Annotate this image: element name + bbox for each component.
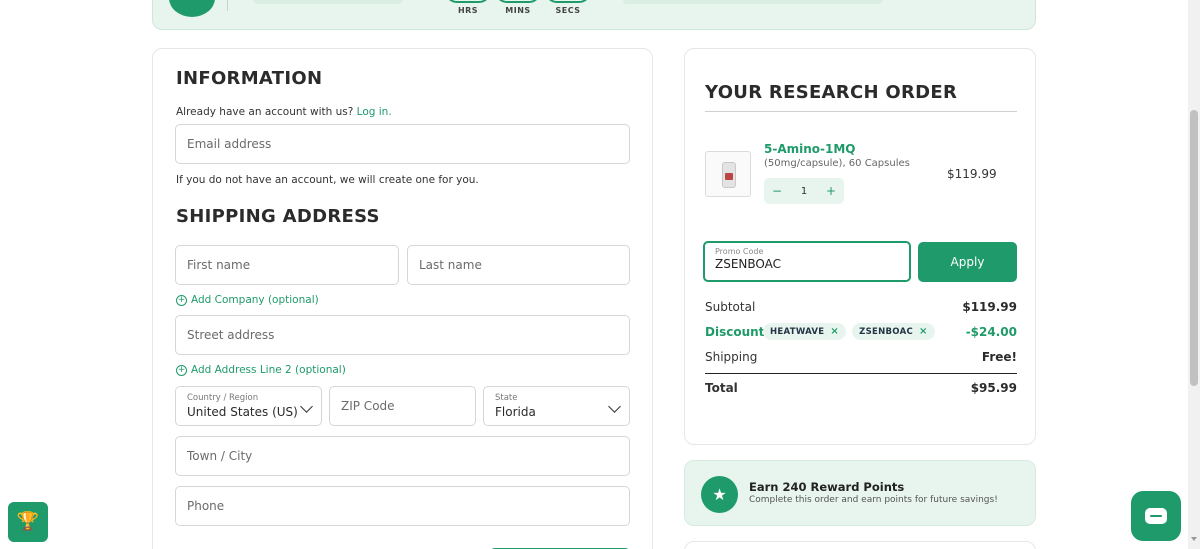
countdown-hours: HRS — [445, 0, 491, 15]
login-link[interactable]: Log in. — [357, 106, 392, 118]
truck-icon — [169, 0, 215, 17]
star-icon: ★ — [701, 476, 738, 513]
remove-icon[interactable]: × — [919, 326, 928, 337]
total-value: $95.99 — [970, 381, 1017, 395]
account-note: If you do not have an account, we will c… — [176, 174, 479, 186]
add-company-link[interactable]: + Add Company (optional) — [176, 294, 319, 306]
email-field[interactable]: Email address — [175, 124, 630, 164]
order-heading: YOUR RESEARCH ORDER — [705, 82, 958, 103]
apply-promo-button[interactable]: Apply — [918, 242, 1017, 282]
discount-label: Discount — [705, 325, 765, 339]
product-description: (50mg/capsule), 60 Capsules — [764, 158, 910, 169]
product-price: $119.99 — [947, 167, 997, 181]
town-city-field[interactable]: Town / City — [175, 436, 630, 476]
countdown-banner: HRS MINS SECS — [152, 0, 1036, 30]
total-row: Total $95.99 — [705, 381, 1017, 395]
countdown-seconds: SECS — [545, 0, 591, 15]
state-select[interactable]: State Florida — [483, 386, 630, 426]
plus-circle-icon: + — [176, 294, 187, 306]
countdown-minutes-label: MINS — [505, 6, 531, 15]
reward-title: Earn 240 Reward Points — [749, 480, 905, 494]
country-select[interactable]: Country / Region United States (US) — [175, 386, 322, 426]
state-value: Florida — [495, 405, 536, 419]
reward-points-banner: ★ Earn 240 Reward Points Complete this o… — [684, 460, 1036, 526]
plus-circle-icon: + — [176, 364, 187, 376]
street-address-field[interactable]: Street address — [175, 315, 630, 355]
promo-code-label: Promo Code — [715, 247, 764, 256]
first-name-field[interactable]: First name — [175, 245, 399, 285]
quantity-decrease-button[interactable]: − — [772, 184, 782, 198]
chat-button[interactable] — [1131, 491, 1181, 541]
quantity-value[interactable]: 1 — [801, 186, 807, 197]
order-heading-rule — [705, 111, 1017, 112]
total-divider — [705, 373, 1017, 374]
order-summary-card: YOUR RESEARCH ORDER 5-Amino-1MQ (50mg/ca… — [684, 48, 1036, 445]
subtotal-value: $119.99 — [962, 300, 1017, 314]
shipping-label: Shipping — [705, 350, 758, 364]
banner-text-left — [253, 0, 403, 4]
trophy-icon[interactable]: 🏆 — [8, 502, 48, 542]
chevron-down-icon — [608, 400, 621, 413]
scrollbar-thumb[interactable] — [1190, 110, 1198, 386]
promo-code-value: ZSENBOAC — [715, 257, 782, 271]
product-thumbnail[interactable] — [705, 151, 751, 197]
subtotal-row: Subtotal $119.99 — [705, 300, 1017, 314]
discount-tag: HEATWAVE × — [763, 323, 847, 340]
discount-tags: HEATWAVE × ZSENBOAC × — [763, 323, 935, 340]
remove-icon[interactable]: × — [830, 326, 839, 337]
next-card — [684, 541, 1036, 549]
state-label: State — [495, 393, 518, 403]
last-name-field[interactable]: Last name — [407, 245, 630, 285]
banner-divider — [227, 0, 228, 11]
subtotal-label: Subtotal — [705, 300, 756, 314]
phone-field[interactable]: Phone — [175, 486, 630, 526]
checkout-form-card: INFORMATION Already have an account with… — [152, 48, 653, 549]
reward-subtitle: Complete this order and earn points for … — [749, 495, 998, 505]
discount-tag: ZSENBOAC × — [852, 323, 935, 340]
quantity-increase-button[interactable]: + — [826, 184, 836, 198]
banner-text-right — [623, 0, 883, 4]
countdown-hours-label: HRS — [457, 6, 479, 15]
countdown-seconds-label: SECS — [555, 6, 581, 15]
total-label: Total — [705, 381, 738, 395]
shipping-row: Shipping Free! — [705, 350, 1017, 364]
country-label: Country / Region — [187, 393, 259, 403]
chevron-down-icon — [300, 400, 313, 413]
scroll-down-icon[interactable] — [1191, 537, 1197, 541]
information-heading: INFORMATION — [176, 68, 323, 89]
bottle-image — [722, 162, 736, 188]
account-prompt: Already have an account with us? Log in. — [176, 106, 392, 118]
country-value: United States (US) — [187, 405, 298, 419]
discount-value: -$24.00 — [965, 325, 1017, 339]
shipping-value: Free! — [981, 350, 1017, 364]
product-name[interactable]: 5-Amino-1MQ — [764, 142, 856, 156]
discount-row: Discount HEATWAVE × ZSENBOAC × -$24.00 — [705, 323, 1017, 340]
shipping-heading: SHIPPING ADDRESS — [176, 206, 380, 227]
page-scrollbar[interactable] — [1188, 0, 1200, 549]
zip-code-field[interactable]: ZIP Code — [329, 386, 476, 426]
countdown-minutes: MINS — [495, 0, 541, 15]
promo-code-input[interactable]: Promo Code ZSENBOAC — [703, 241, 911, 282]
chat-icon — [1145, 508, 1167, 524]
quantity-stepper: − 1 + — [764, 178, 844, 204]
add-address-line2-link[interactable]: + Add Address Line 2 (optional) — [176, 364, 346, 376]
